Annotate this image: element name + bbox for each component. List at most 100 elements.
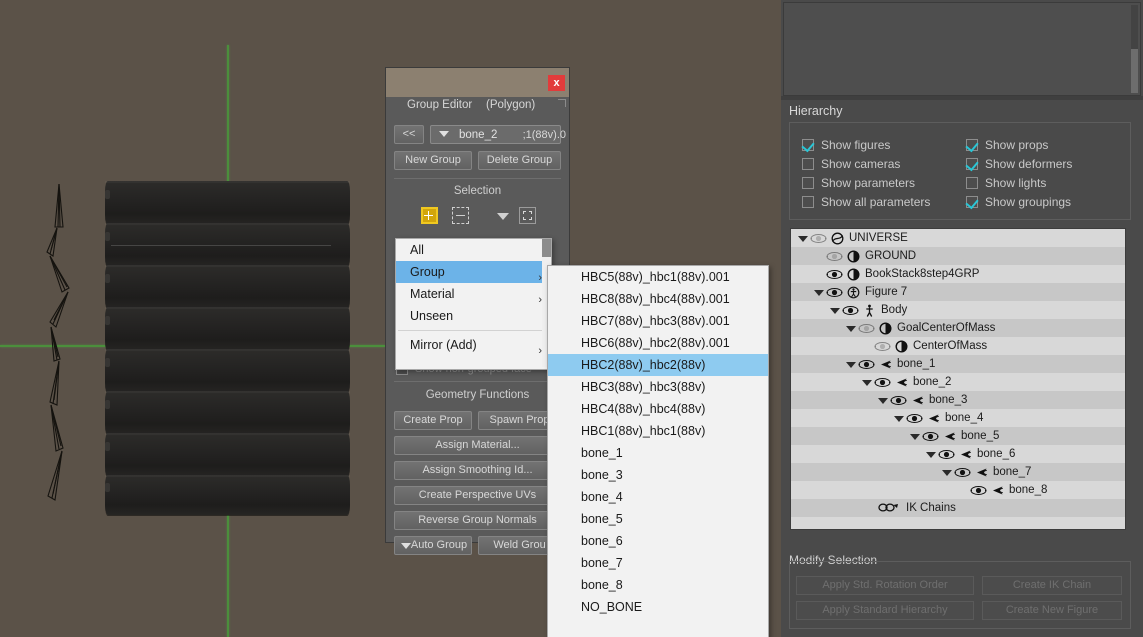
- submenu-item-hbc6-88v-hbc2-88v-001[interactable]: HBC6(88v)_hbc2(88v).001: [548, 332, 768, 354]
- checkbox-box[interactable]: [966, 139, 978, 151]
- visibility-eye-icon[interactable]: [858, 323, 875, 334]
- checkbox-show-props[interactable]: Show props: [966, 138, 1048, 152]
- apply-standard-hierarchy-button[interactable]: Apply Standard Hierarchy: [796, 601, 974, 620]
- menu-item-all[interactable]: All: [396, 239, 551, 261]
- menu-item-unseen[interactable]: Unseen: [396, 305, 551, 327]
- checkbox-box[interactable]: [802, 196, 814, 208]
- auto-group-button[interactable]: Auto Group: [394, 536, 472, 555]
- tab-group-editor[interactable]: Group Editor: [407, 99, 472, 111]
- menu-item-material[interactable]: Material ›: [396, 283, 551, 306]
- tree-item-bone_2[interactable]: bone_2: [791, 373, 1125, 391]
- chevron-down-icon[interactable]: [909, 431, 920, 442]
- tree-item-figure-7[interactable]: Figure 7: [791, 283, 1125, 301]
- checkbox-box[interactable]: [802, 177, 814, 189]
- assign-material-button[interactable]: Assign Material...: [394, 436, 561, 455]
- marquee-selection-icon[interactable]: [519, 207, 536, 224]
- chevron-down-icon[interactable]: [845, 323, 856, 334]
- submenu-item-no-bone[interactable]: NO_BONE: [548, 596, 768, 618]
- close-icon[interactable]: x: [548, 75, 565, 91]
- group-name-field[interactable]: bone_2 ;1(88v).0: [430, 125, 566, 144]
- submenu-item-hbc1-88v-hbc1-88v[interactable]: HBC1(88v)_hbc1(88v): [548, 420, 768, 442]
- create-ik-chain-button[interactable]: Create IK Chain: [982, 576, 1122, 595]
- subtract-selection-icon[interactable]: [452, 207, 469, 224]
- tree-item-bone_4[interactable]: bone_4: [791, 409, 1125, 427]
- submenu-item-hbc3-88v-hbc3-88v[interactable]: HBC3(88v)_hbc3(88v): [548, 376, 768, 398]
- chevron-down-icon[interactable]: [877, 395, 888, 406]
- bone-skeleton-object[interactable]: [20, 170, 110, 530]
- chevron-down-icon[interactable]: [813, 287, 824, 298]
- checkbox-show-deformers[interactable]: Show deformers: [966, 157, 1072, 171]
- submenu-item-bone-1[interactable]: bone_1: [548, 442, 768, 464]
- book-stack-object[interactable]: [105, 181, 350, 515]
- create-new-figure-button[interactable]: Create New Figure: [982, 601, 1122, 620]
- visibility-eye-icon[interactable]: [858, 359, 875, 370]
- checkbox-box[interactable]: [802, 139, 814, 151]
- selection-type-menu[interactable]: All Group › Material › Unseen Mirror (Add) ›: [395, 238, 552, 370]
- tree-item-goalcenterofmass[interactable]: GoalCenterOfMass: [791, 319, 1125, 337]
- checkbox-show-all-parameters[interactable]: Show all parameters: [802, 195, 930, 209]
- tree-item-ik-chains[interactable]: IK Chains: [791, 499, 1125, 517]
- visibility-eye-icon[interactable]: [874, 341, 891, 352]
- visibility-eye-icon[interactable]: [826, 269, 843, 280]
- visibility-eye-icon[interactable]: [890, 395, 907, 406]
- checkbox-box[interactable]: [802, 158, 814, 170]
- tree-item-centerofmass[interactable]: CenterOfMass: [791, 337, 1125, 355]
- visibility-eye-icon[interactable]: [970, 485, 987, 496]
- group-editor-titlebar[interactable]: x: [386, 68, 569, 97]
- checkbox-show-cameras[interactable]: Show cameras: [802, 157, 900, 171]
- create-perspective-uvs-button[interactable]: Create Perspective UVs: [394, 486, 561, 505]
- tree-item-bookstack8step4grp[interactable]: BookStack8step4GRP: [791, 265, 1125, 283]
- chevron-down-icon[interactable]: [925, 449, 936, 460]
- menu-item-mirror-add[interactable]: Mirror (Add) ›: [396, 334, 551, 357]
- submenu-item-bone-8[interactable]: bone_8: [548, 574, 768, 596]
- visibility-eye-icon[interactable]: [906, 413, 923, 424]
- chevron-down-icon[interactable]: [941, 467, 952, 478]
- visibility-eye-icon[interactable]: [938, 449, 955, 460]
- new-group-button[interactable]: New Group: [394, 151, 472, 170]
- chevron-down-icon[interactable]: [845, 359, 856, 370]
- tree-item-ground[interactable]: GROUND: [791, 247, 1125, 265]
- checkbox-box[interactable]: [966, 177, 978, 189]
- panel-splitter[interactable]: [781, 96, 1143, 100]
- tree-item-bone_8[interactable]: bone_8: [791, 481, 1125, 499]
- submenu-item-hbc8-88v-hbc4-88v-001[interactable]: HBC8(88v)_hbc4(88v).001: [548, 288, 768, 310]
- visibility-eye-icon[interactable]: [954, 467, 971, 478]
- submenu-item-hbc4-88v-hbc4-88v[interactable]: HBC4(88v)_hbc4(88v): [548, 398, 768, 420]
- selection-mode-dropdown-icon[interactable]: [497, 213, 509, 220]
- submenu-item-bone-5[interactable]: bone_5: [548, 508, 768, 530]
- tree-item-bone_6[interactable]: bone_6: [791, 445, 1125, 463]
- visibility-eye-icon[interactable]: [810, 233, 827, 244]
- reverse-group-normals-button[interactable]: Reverse Group Normals: [394, 511, 561, 530]
- chevron-down-icon[interactable]: [829, 305, 840, 316]
- tree-item-bone_1[interactable]: bone_1: [791, 355, 1125, 373]
- chevron-down-icon[interactable]: [893, 413, 904, 424]
- submenu-item-bone-7[interactable]: bone_7: [548, 552, 768, 574]
- upper-panel-scrollbar[interactable]: [1131, 5, 1138, 93]
- tree-item-body[interactable]: Body: [791, 301, 1125, 319]
- submenu-item-hbc2-88v-hbc2-88v[interactable]: HBC2(88v)_hbc2(88v): [548, 354, 768, 376]
- chevron-down-icon[interactable]: [861, 377, 872, 388]
- tree-item-bone_7[interactable]: bone_7: [791, 463, 1125, 481]
- apply-std-rotation-order-button[interactable]: Apply Std. Rotation Order: [796, 576, 974, 595]
- add-selection-icon[interactable]: [421, 207, 438, 224]
- assign-smoothing-id-button[interactable]: Assign Smoothing Id...: [394, 461, 561, 480]
- chevron-down-icon[interactable]: [439, 131, 449, 137]
- upper-empty-panel[interactable]: [783, 2, 1141, 96]
- group-submenu[interactable]: HBC5(88v)_hbc1(88v).001 HBC8(88v)_hbc4(88…: [547, 265, 769, 637]
- submenu-item-hbc5-88v-hbc1-88v-001[interactable]: HBC5(88v)_hbc1(88v).001: [548, 266, 768, 288]
- visibility-eye-icon[interactable]: [826, 251, 843, 262]
- submenu-item-bone-6[interactable]: bone_6: [548, 530, 768, 552]
- checkbox-box[interactable]: [966, 196, 978, 208]
- visibility-eye-icon[interactable]: [826, 287, 843, 298]
- submenu-item-bone-4[interactable]: bone_4: [548, 486, 768, 508]
- menu-item-group[interactable]: Group ›: [396, 261, 551, 284]
- delete-group-button[interactable]: Delete Group: [478, 151, 561, 170]
- checkbox-show-lights[interactable]: Show lights: [966, 176, 1046, 190]
- create-prop-button[interactable]: Create Prop: [394, 411, 472, 430]
- hierarchy-tree[interactable]: UNIVERSE GROUND BookStack8step4GRP Figure 7…: [790, 228, 1126, 530]
- checkbox-show-figures[interactable]: Show figures: [802, 138, 890, 152]
- checkbox-show-parameters[interactable]: Show parameters: [802, 176, 915, 190]
- visibility-eye-icon[interactable]: [922, 431, 939, 442]
- previous-group-button[interactable]: <<: [394, 125, 424, 144]
- checkbox-show-groupings[interactable]: Show groupings: [966, 195, 1071, 209]
